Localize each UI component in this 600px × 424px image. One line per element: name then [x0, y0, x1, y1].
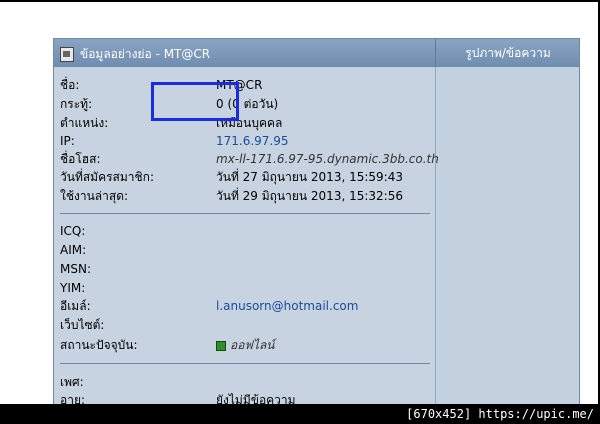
value-hostname: mx-ll-171.6.97-95.dynamic.3bb.co.th: [216, 152, 439, 166]
label-email: อีเมล์:: [60, 299, 91, 313]
label-msn: MSN:: [60, 262, 91, 276]
label-registered: วันที่สมัครสมาชิก:: [60, 170, 154, 184]
label-yim: YIM:: [60, 281, 86, 295]
label-aim: AIM:: [60, 243, 87, 257]
value-last-active: วันที่ 29 มิถุนายน 2013, 15:32:56: [216, 189, 403, 203]
section-divider-2: [60, 363, 430, 364]
panel-title: ข้อมูลอย่างย่อ - MT@CR: [80, 47, 211, 61]
label-ip: IP:: [60, 134, 75, 148]
section-divider: [60, 213, 430, 214]
profile-card-icon: [60, 47, 74, 62]
email-link[interactable]: l.anusorn@hotmail.com: [216, 298, 358, 314]
label-last-active: ใช้งานล่าสุด:: [60, 189, 129, 203]
label-status: สถานะปัจจุบัน:: [60, 338, 138, 352]
label-website: เว็บไซต์:: [60, 318, 105, 332]
status-text: ออฟไลน์: [230, 338, 275, 352]
avatar-text-column: [436, 67, 579, 405]
image-size-caption: [670x452] https://upic.me/: [406, 407, 594, 421]
image-frame-top: [0, 0, 600, 2]
panel-header: ข้อมูลอย่างย่อ - MT@CR รูปภาพ/ข้อความ: [54, 39, 579, 67]
label-hostname: ชื่อโฮส:: [60, 152, 101, 166]
label-icq: ICQ:: [60, 224, 86, 238]
panel-title-group: ข้อมูลอย่างย่อ - MT@CR: [60, 45, 210, 64]
value-registered: วันที่ 27 มิถุนายน 2013, 15:59:43: [216, 170, 403, 184]
status-value: ออฟไลน์: [216, 337, 275, 353]
right-column-header: รูปภาพ/ข้อความ: [435, 39, 579, 67]
ip-highlight-box: [151, 82, 239, 121]
ip-link[interactable]: 171.6.97.95: [216, 133, 289, 149]
profile-panel: ข้อมูลอย่างย่อ - MT@CR รูปภาพ/ข้อความ ชื…: [53, 38, 580, 405]
status-indicator-icon: [216, 340, 226, 351]
label-gender: เพศ:: [60, 375, 84, 389]
